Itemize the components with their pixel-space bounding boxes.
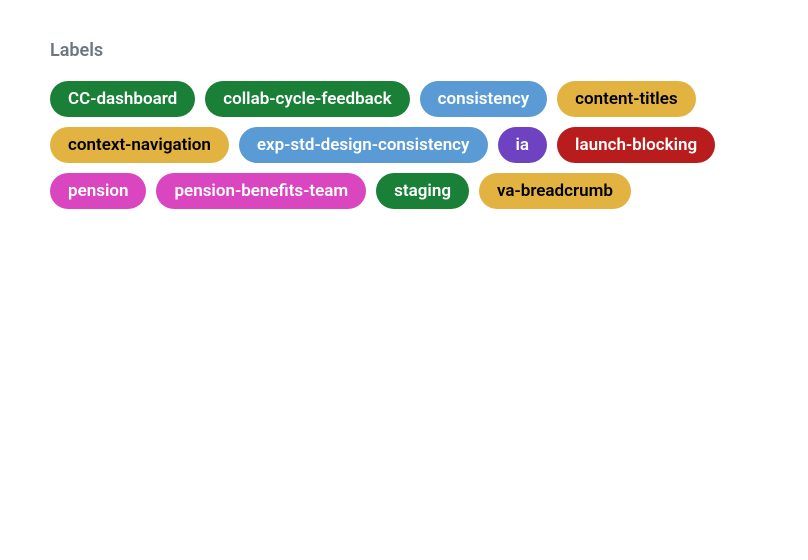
label-pension-benefits-team[interactable]: pension-benefits-team <box>156 173 366 209</box>
label-cc-dashboard[interactable]: CC-dashboard <box>50 81 195 117</box>
label-exp-std-design-consistency[interactable]: exp-std-design-consistency <box>239 127 488 163</box>
label-content-titles[interactable]: content-titles <box>557 81 695 117</box>
label-context-navigation[interactable]: context-navigation <box>50 127 229 163</box>
label-launch-blocking[interactable]: launch-blocking <box>557 127 715 163</box>
labels-container: CC-dashboard collab-cycle-feedback consist… <box>50 81 758 209</box>
labels-title: Labels <box>50 40 758 61</box>
label-collab-cycle-feedback[interactable]: collab-cycle-feedback <box>205 81 409 117</box>
label-consistency[interactable]: consistency <box>420 81 548 117</box>
label-staging[interactable]: staging <box>376 173 469 209</box>
section-header: Labels <box>50 40 758 81</box>
label-pension[interactable]: pension <box>50 173 146 209</box>
label-ia[interactable]: ia <box>498 127 548 163</box>
label-va-breadcrumb[interactable]: va-breadcrumb <box>479 173 631 209</box>
